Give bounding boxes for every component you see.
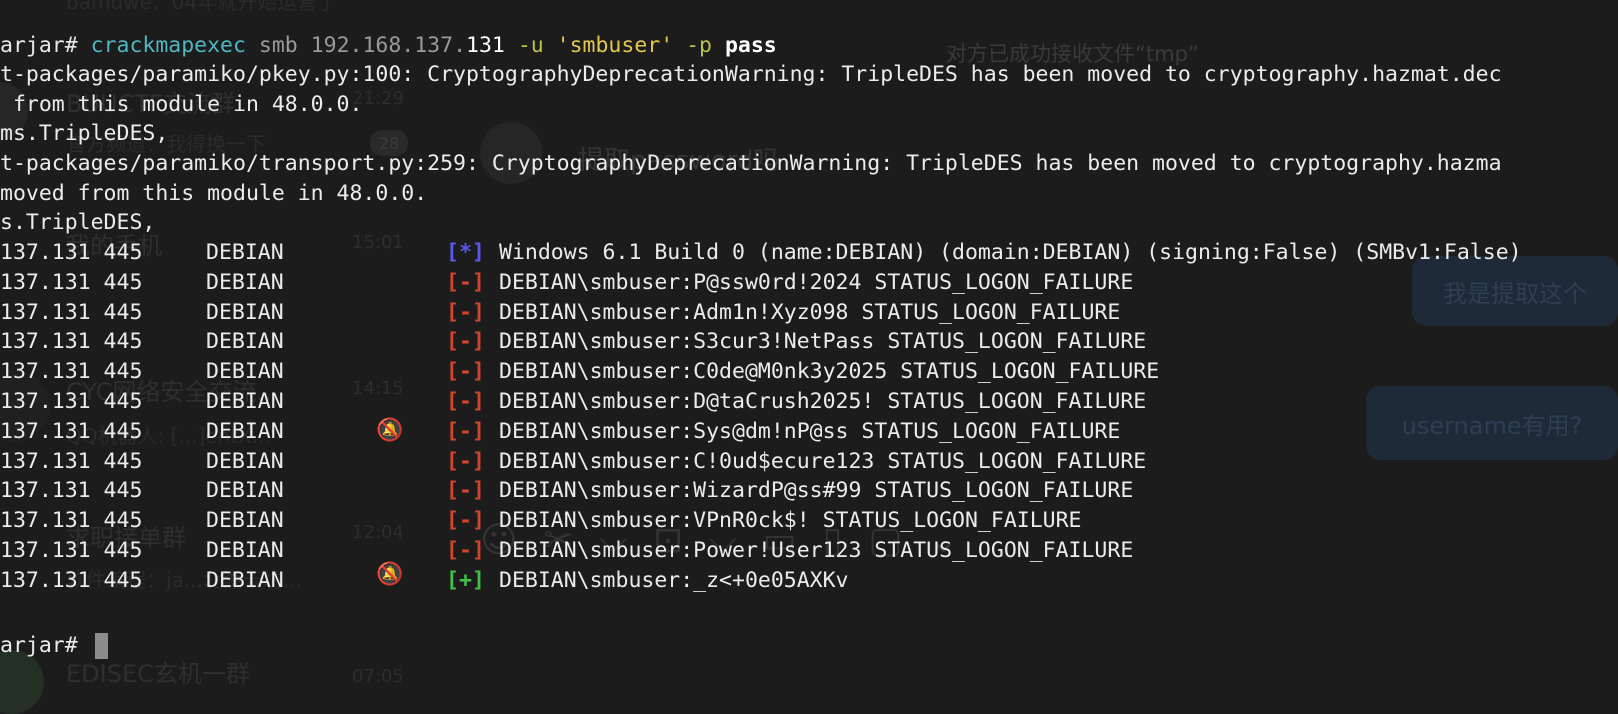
shell-prompt: arjar# (0, 33, 91, 58)
result-host: 137.131 445 (0, 389, 143, 414)
terminal-window[interactable]: arjar# crackmapexec smb 192.168.137.131 … (0, 0, 1618, 678)
result-message: DEBIAN\smbuser:Power!User123 STATUS_LOGO… (499, 538, 1134, 563)
result-message: DEBIAN\smbuser:_z<+0e05AXKv (499, 567, 849, 593)
result-netbios-name: DEBIAN (206, 508, 284, 534)
result-message: Windows 6.1 Build 0 (name:DEBIAN) (domai… (499, 240, 1522, 265)
target-ip-prefix: 192.168.137. (310, 33, 467, 58)
result-message: DEBIAN\smbuser:S3cur3!NetPass STATUS_LOG… (499, 329, 1147, 355)
result-host: 137.131 445 (0, 299, 143, 325)
result-row: 137.131 445 DEBIAN [-] DEBIAN\smbuser:S3cur… (0, 327, 1618, 357)
result-host: 137.131 445 (0, 567, 143, 593)
result-status-marker: [*] (446, 240, 485, 265)
result-netbios-name: DEBIAN (206, 359, 284, 385)
result-host: 137.131 445 (0, 538, 143, 563)
result-message: DEBIAN\smbuser:WizardP@ss#99 STATUS_LOGO… (499, 478, 1134, 504)
result-row: 137.131 445 DEBIAN [-] DEBIAN\smbuser:Power… (0, 536, 1618, 566)
result-host: 137.131 445 (0, 240, 143, 265)
result-row: 137.131 445 DEBIAN [-] DEBIAN\smbuser:C0de@… (0, 357, 1618, 387)
pass-argument: pass (724, 33, 777, 58)
result-netbios-name: DEBIAN (206, 329, 284, 355)
result-host: 137.131 445 (0, 418, 143, 444)
result-status-marker: [-] (446, 538, 485, 563)
final-prompt-line: arjar# (0, 631, 108, 661)
target-ip-suffix: 131 (466, 33, 505, 58)
result-status-marker: [-] (446, 359, 485, 385)
command-program: crackmapexec (90, 33, 246, 58)
result-status-marker: [-] (446, 508, 485, 534)
result-status-marker: [-] (446, 448, 485, 474)
warning-line: moved from this module in 48.0.0. (0, 181, 428, 206)
result-message: DEBIAN\smbuser:D@taCrush2025! STATUS_LOG… (499, 389, 1147, 414)
result-row: 137.131 445 DEBIAN [-] DEBIAN\smbuser:Wizar… (0, 476, 1618, 506)
result-message: DEBIAN\smbuser:Sys@dm!nP@ss STATUS_LOGON… (499, 418, 1121, 444)
result-host: 137.131 445 (0, 478, 143, 504)
result-host: 137.131 445 (0, 448, 143, 474)
result-status-marker: [-] (446, 269, 485, 295)
result-netbios-name: DEBIAN (206, 269, 284, 295)
result-message: DEBIAN\smbuser:C!0ud$ecure123 STATUS_LOG… (499, 448, 1147, 474)
result-status-marker: [-] (446, 418, 485, 444)
user-flag: -u (504, 33, 557, 58)
shell-prompt: arjar# (0, 633, 91, 658)
result-host: 137.131 445 (0, 359, 143, 385)
command-protocol: smb (245, 33, 311, 58)
result-netbios-name: DEBIAN (206, 538, 284, 563)
command-line: arjar# crackmapexec smb 192.168.137.131 … (0, 31, 777, 61)
result-netbios-name: DEBIAN (206, 299, 284, 325)
warning-line: ms.TripleDES, (0, 121, 169, 146)
result-status-marker: [-] (446, 478, 485, 504)
result-host: 137.131 445 (0, 329, 143, 355)
warning-line: t-packages/paramiko/transport.py:259: Cr… (0, 151, 1502, 176)
result-host: 137.131 445 (0, 269, 143, 295)
result-status-marker: [+] (446, 567, 485, 593)
result-message: DEBIAN\smbuser:VPnR0ck$! STATUS_LOGON_FA… (499, 508, 1082, 534)
user-argument: 'smbuser' (556, 33, 674, 58)
result-row: 137.131 445 DEBIAN [-] DEBIAN\smbuser:C!0ud… (0, 447, 1618, 477)
result-host: 137.131 445 (0, 508, 143, 534)
result-message: DEBIAN\smbuser:C0de@M0nk3y2025 STATUS_LO… (499, 359, 1160, 385)
result-netbios-name: DEBIAN (206, 567, 284, 593)
result-row: 137.131 445 DEBIAN [-] DEBIAN\smbuser:P@ssw… (0, 268, 1618, 298)
warning-line: from this module in 48.0.0. (0, 92, 363, 117)
result-row: 137.131 445 DEBIAN [*] Windows 6.1 Build 0 … (0, 238, 1618, 268)
result-message: DEBIAN\smbuser:Adm1n!Xyz098 STATUS_LOGON… (499, 299, 1121, 325)
result-netbios-name: DEBIAN (206, 478, 284, 504)
result-row: 137.131 445 DEBIAN [-] DEBIAN\smbuser:VPnR0… (0, 506, 1618, 536)
result-status-marker: [-] (446, 329, 485, 355)
result-netbios-name: DEBIAN (206, 389, 284, 414)
result-message: DEBIAN\smbuser:P@ssw0rd!2024 STATUS_LOGO… (499, 269, 1134, 295)
result-row: 137.131 445 DEBIAN [+] DEBIAN\smbuser:_z<+0… (0, 566, 1618, 596)
result-row: 137.131 445 DEBIAN [-] DEBIAN\smbuser:D@taC… (0, 387, 1618, 417)
result-status-marker: [-] (446, 299, 485, 325)
result-netbios-name: DEBIAN (206, 240, 284, 265)
result-netbios-name: DEBIAN (206, 448, 284, 474)
text-cursor (94, 633, 108, 659)
result-status-marker: [-] (446, 389, 485, 414)
pass-flag: -p (673, 33, 725, 58)
result-row: 137.131 445 DEBIAN [-] DEBIAN\smbuser:Sys@d… (0, 417, 1618, 447)
result-row: 137.131 445 DEBIAN [-] DEBIAN\smbuser:Adm1n… (0, 298, 1618, 328)
warning-line: t-packages/paramiko/pkey.py:100: Cryptog… (0, 62, 1502, 87)
result-netbios-name: DEBIAN (206, 418, 284, 444)
warning-line: s.TripleDES, (0, 210, 156, 235)
